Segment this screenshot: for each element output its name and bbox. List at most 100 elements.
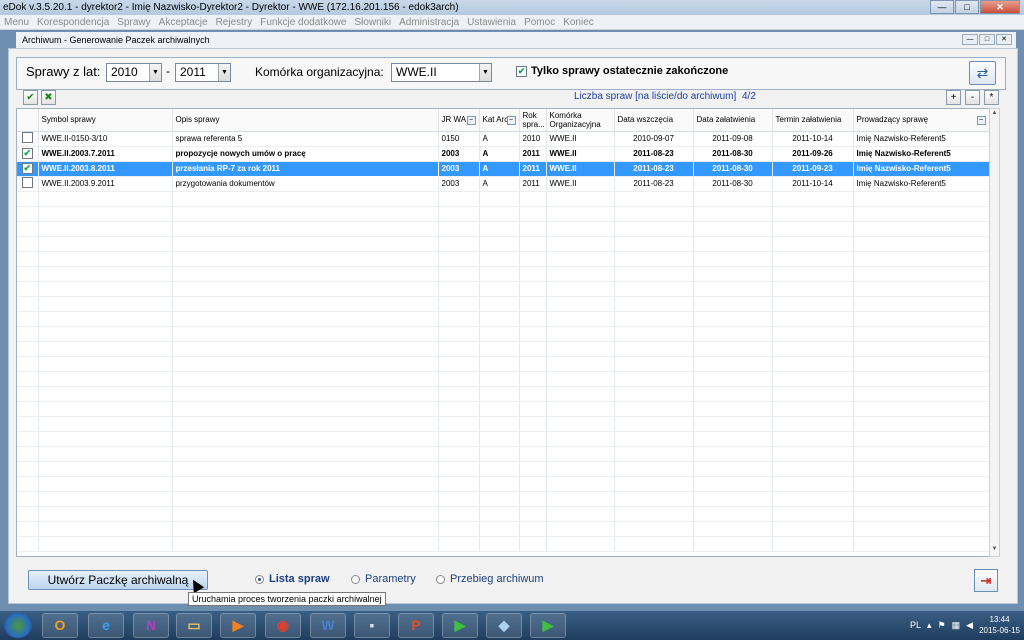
flag-icon[interactable]: ⚑ xyxy=(938,620,946,631)
col-jrwa-label: JR WA xyxy=(441,115,467,125)
col-wszczecia[interactable]: Data wszczęcia xyxy=(614,109,694,132)
radio-lista-spraw[interactable]: Lista spraw xyxy=(255,573,330,585)
menu-item-ustawienia[interactable]: Ustawienia xyxy=(467,17,516,28)
menu-item-koniec[interactable]: Koniec xyxy=(563,17,594,28)
empty-cell xyxy=(614,311,694,327)
menu-item-menu[interactable]: Menu xyxy=(4,17,29,28)
empty-cell xyxy=(519,326,547,342)
table-row[interactable]: ✔ WWE.II.2003.7.2011 propozycje nowych umó… xyxy=(17,146,989,162)
menu-item-funkcje-dodatkowe[interactable]: Funkcje dodatkowe xyxy=(260,17,346,28)
table-row[interactable]: WWE.II-0150-3/10 sprawa referenta 5 0150 A 2… xyxy=(17,131,989,147)
radio-przebieg-archiwum[interactable]: Przebieg archiwum xyxy=(436,573,544,585)
menu-item-rejestry[interactable]: Rejestry xyxy=(216,17,253,28)
collapse-icon[interactable]: − xyxy=(976,116,986,125)
empty-cell xyxy=(693,206,773,222)
uncheck-all-button[interactable]: ✖ xyxy=(41,90,56,105)
cell-prowadzacy: Imię Nazwisko-Referent5 xyxy=(853,176,989,192)
col-prowadzacy[interactable]: Prowadzący sprawę − xyxy=(853,109,989,132)
col-komorka[interactable]: Komórka Organizacyjna xyxy=(546,109,615,132)
radio-parametry[interactable]: Parametry xyxy=(351,573,416,585)
remove-button[interactable]: - xyxy=(965,90,980,105)
row-checkbox[interactable]: ✔ xyxy=(21,148,33,159)
empty-cell xyxy=(479,326,520,342)
only-final-filter[interactable]: ✔ Tylko sprawy ostatecznie zakończone xyxy=(516,65,728,77)
exit-button[interactable]: ⇥ xyxy=(974,569,998,592)
language-indicator[interactable]: PL xyxy=(910,620,921,630)
media-player-icon[interactable]: ▶ xyxy=(220,613,256,638)
collapse-icon[interactable]: − xyxy=(466,116,476,125)
menu-item-slowniki[interactable]: Słowniki xyxy=(354,17,391,28)
only-final-checkbox[interactable]: ✔ xyxy=(516,65,527,77)
col-jrwa[interactable]: JR WA − xyxy=(438,109,480,132)
child-maximize-button[interactable]: □ xyxy=(979,34,995,45)
empty-cell xyxy=(772,371,854,387)
notes-icon[interactable]: ◆ xyxy=(486,613,522,638)
close-button[interactable]: ✕ xyxy=(980,0,1020,14)
outlook-icon[interactable]: O xyxy=(42,613,78,638)
row-checkbox[interactable] xyxy=(21,132,33,143)
scroll-down-icon[interactable]: ▼ xyxy=(990,546,999,555)
menu-item-pomoc[interactable]: Pomoc xyxy=(524,17,555,28)
onenote-icon[interactable]: N xyxy=(133,613,169,638)
tray-arrow-icon[interactable]: ▴ xyxy=(927,620,932,631)
col-termin[interactable]: Termin załatwienia xyxy=(772,109,854,132)
chevron-down-icon[interactable]: ▼ xyxy=(149,64,161,81)
row-checkbox[interactable] xyxy=(21,177,33,188)
radio-dot[interactable] xyxy=(436,574,445,584)
empty-cell xyxy=(614,296,694,312)
cmd-icon[interactable]: ▪ xyxy=(354,613,390,638)
child-close-button[interactable]: ✕ xyxy=(996,34,1012,45)
empty-cell xyxy=(853,266,989,282)
add-button[interactable]: + xyxy=(946,90,961,105)
col-rok[interactable]: Rok spra... xyxy=(519,109,547,132)
unit-select[interactable]: WWE.II ▼ xyxy=(391,63,492,82)
collapse-icon[interactable]: − xyxy=(506,116,516,125)
menu-item-sprawy[interactable]: Sprawy xyxy=(117,17,150,28)
minimize-button[interactable]: — xyxy=(930,0,954,14)
network-icon[interactable]: ▦ xyxy=(952,620,961,631)
row-checkbox-cell[interactable]: ✔ xyxy=(17,161,39,177)
grid-scrollbar[interactable]: ▲ ▼ xyxy=(989,108,1000,557)
empty-cell xyxy=(172,236,439,252)
chrome-icon[interactable]: ◉ xyxy=(265,613,301,638)
all-button[interactable]: * xyxy=(984,90,999,105)
chevron-down-icon[interactable]: ▼ xyxy=(218,64,230,81)
radio-dot[interactable] xyxy=(351,574,360,584)
row-checkbox-cell[interactable]: ✔ xyxy=(17,146,39,162)
menu-item-administracja[interactable]: Administracja xyxy=(399,17,459,28)
col-zalatwienia[interactable]: Data załatwienia xyxy=(693,109,773,132)
check-all-button[interactable]: ✔ xyxy=(23,90,38,105)
col-kat[interactable]: Kat Arch − xyxy=(479,109,520,132)
menu-item-akceptacje[interactable]: Akceptacje xyxy=(159,17,208,28)
edok-icon[interactable]: ▶ xyxy=(530,613,566,638)
ie-icon[interactable]: e xyxy=(88,613,124,638)
col-opis[interactable]: Opis sprawy xyxy=(172,109,439,132)
empty-cell xyxy=(438,446,480,462)
empty-cell xyxy=(438,356,480,372)
maximize-button[interactable]: □ xyxy=(955,0,979,14)
table-row[interactable]: ✔ WWE.II.2003.8.2011 przesłania RP-7 za ro… xyxy=(17,160,989,177)
empty-cell xyxy=(438,461,480,477)
row-checkbox-cell[interactable] xyxy=(17,176,39,192)
row-checkbox-cell[interactable] xyxy=(17,131,39,147)
col-symbol[interactable]: Symbol sprawy xyxy=(38,109,173,132)
table-row[interactable]: WWE.II.2003.9.2011 przygotowania dokument… xyxy=(17,176,989,192)
empty-cell xyxy=(772,401,854,417)
refresh-button[interactable]: ⇄ xyxy=(969,61,996,85)
year-to-select[interactable]: 2011 ▼ xyxy=(175,63,231,82)
clock[interactable]: 13:44 2015-06-15 xyxy=(979,614,1020,636)
powerpoint-icon[interactable]: P xyxy=(398,613,434,638)
year-from-select[interactable]: 2010 ▼ xyxy=(106,63,162,82)
edok-icon[interactable]: ▶ xyxy=(442,613,478,638)
radio-dot[interactable] xyxy=(255,574,264,584)
row-checkbox[interactable]: ✔ xyxy=(21,163,33,174)
chevron-down-icon[interactable]: ▼ xyxy=(479,64,491,81)
start-button[interactable] xyxy=(4,613,32,638)
menu-item-korespondencja[interactable]: Korespondencja xyxy=(37,17,109,28)
create-package-button[interactable]: Utwórz Paczkę archiwalną xyxy=(28,570,208,590)
explorer-icon[interactable]: ▭ xyxy=(176,613,212,638)
scroll-up-icon[interactable]: ▲ xyxy=(990,110,999,119)
volume-icon[interactable]: ◀ xyxy=(966,620,973,631)
word-icon[interactable]: W xyxy=(310,613,346,638)
child-minimize-button[interactable]: — xyxy=(962,34,978,45)
